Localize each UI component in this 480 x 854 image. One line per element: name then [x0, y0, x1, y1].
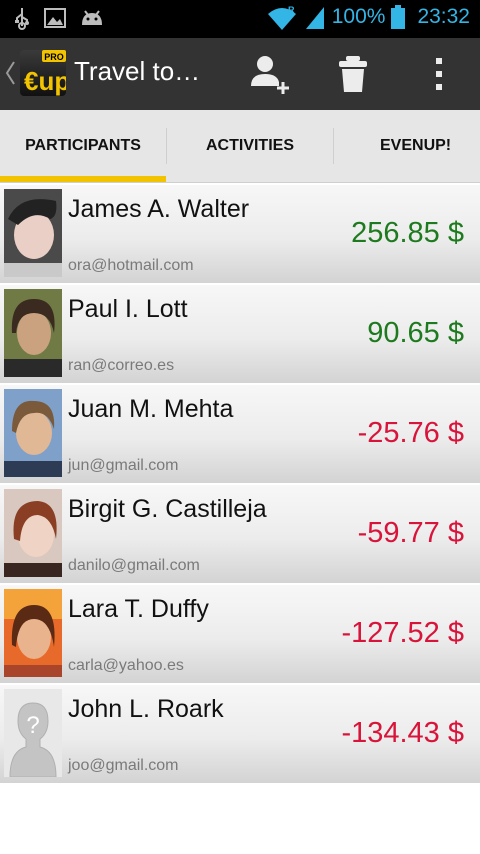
avatar	[4, 489, 62, 577]
participant-row[interactable]: ? John L. Roark joo@gmail.com -134.43 $	[0, 685, 480, 785]
participant-balance: 256.85 $	[351, 217, 464, 249]
image-icon	[44, 8, 66, 28]
svg-text:?: ?	[26, 712, 39, 739]
default-avatar-icon: ?	[4, 689, 62, 777]
tab-label: EVENUP!	[380, 137, 452, 154]
avatar	[4, 189, 62, 277]
participant-list: James A. Walter ora@hotmail.com 256.85 $…	[0, 185, 480, 785]
add-participant-icon	[251, 56, 289, 94]
participant-balance: -59.77 $	[357, 517, 464, 549]
tab-bar: PARTICIPANTS ACTIVITIES EVENUP!	[0, 110, 480, 183]
participant-name: Paul I. Lott	[68, 295, 188, 323]
participant-balance: -127.52 $	[341, 617, 464, 649]
participant-name: John L. Roark	[68, 695, 224, 723]
participant-email: joo@gmail.com	[68, 757, 179, 774]
status-bar: R 100% 23:32	[0, 0, 480, 38]
usb-icon	[15, 8, 29, 30]
system-indicators: R 100% 23:32	[266, 4, 470, 30]
delete-button[interactable]	[326, 48, 380, 100]
svg-text:€up: €up	[24, 66, 66, 96]
avatar	[4, 589, 62, 677]
tab-label: PARTICIPANTS	[25, 137, 141, 154]
app-logo-icon: PRO €up	[24, 50, 70, 96]
delete-icon	[339, 56, 367, 92]
battery-icon	[391, 5, 406, 29]
tab-activities[interactable]: ACTIVITIES	[167, 110, 333, 182]
android-icon	[82, 10, 102, 25]
overflow-menu-button[interactable]	[412, 48, 466, 100]
participant-email: ora@hotmail.com	[68, 257, 194, 274]
avatar	[4, 389, 62, 477]
participant-email: carla@yahoo.es	[68, 657, 184, 674]
svg-text:PRO: PRO	[44, 52, 64, 62]
participant-balance: -134.43 $	[341, 717, 464, 749]
participant-name: James A. Walter	[68, 195, 250, 223]
signal-icon	[305, 7, 324, 29]
up-chevron-icon[interactable]	[4, 60, 16, 86]
participant-balance: -25.76 $	[357, 417, 464, 449]
participant-name: Lara T. Duffy	[68, 595, 209, 623]
participant-name: Birgit G. Castilleja	[68, 495, 267, 523]
participant-name: Juan M. Mehta	[68, 395, 234, 423]
clock: 23:32	[417, 5, 470, 28]
tab-label: ACTIVITIES	[205, 137, 294, 154]
battery-percentage: 100%	[331, 5, 386, 28]
participant-row[interactable]: Paul I. Lott ran@correo.es 90.65 $	[0, 285, 480, 385]
participant-row[interactable]: Juan M. Mehta jun@gmail.com -25.76 $	[0, 385, 480, 485]
participant-email: jun@gmail.com	[68, 457, 179, 474]
participant-balance: 90.65 $	[367, 317, 464, 349]
participant-row[interactable]: James A. Walter ora@hotmail.com 256.85 $	[0, 185, 480, 285]
notification-icons	[14, 6, 104, 30]
tab-participants[interactable]: PARTICIPANTS	[0, 110, 166, 182]
participant-row[interactable]: Birgit G. Castilleja danilo@gmail.com -5…	[0, 485, 480, 585]
add-participant-button[interactable]	[242, 48, 296, 100]
participant-email: ran@correo.es	[68, 357, 175, 374]
app-logo[interactable]: PRO €up	[20, 50, 70, 96]
wifi-icon: R	[267, 5, 296, 30]
avatar	[4, 289, 62, 377]
participant-row[interactable]: Lara T. Duffy carla@yahoo.es -127.52 $	[0, 585, 480, 685]
tab-evenup[interactable]: EVENUP!	[334, 110, 480, 182]
svg-text:R: R	[288, 5, 295, 15]
overflow-menu-icon	[436, 58, 442, 90]
action-bar: PRO €up Travel to…	[0, 38, 480, 110]
participant-email: danilo@gmail.com	[68, 557, 200, 574]
page-title: Travel to…	[74, 56, 201, 86]
